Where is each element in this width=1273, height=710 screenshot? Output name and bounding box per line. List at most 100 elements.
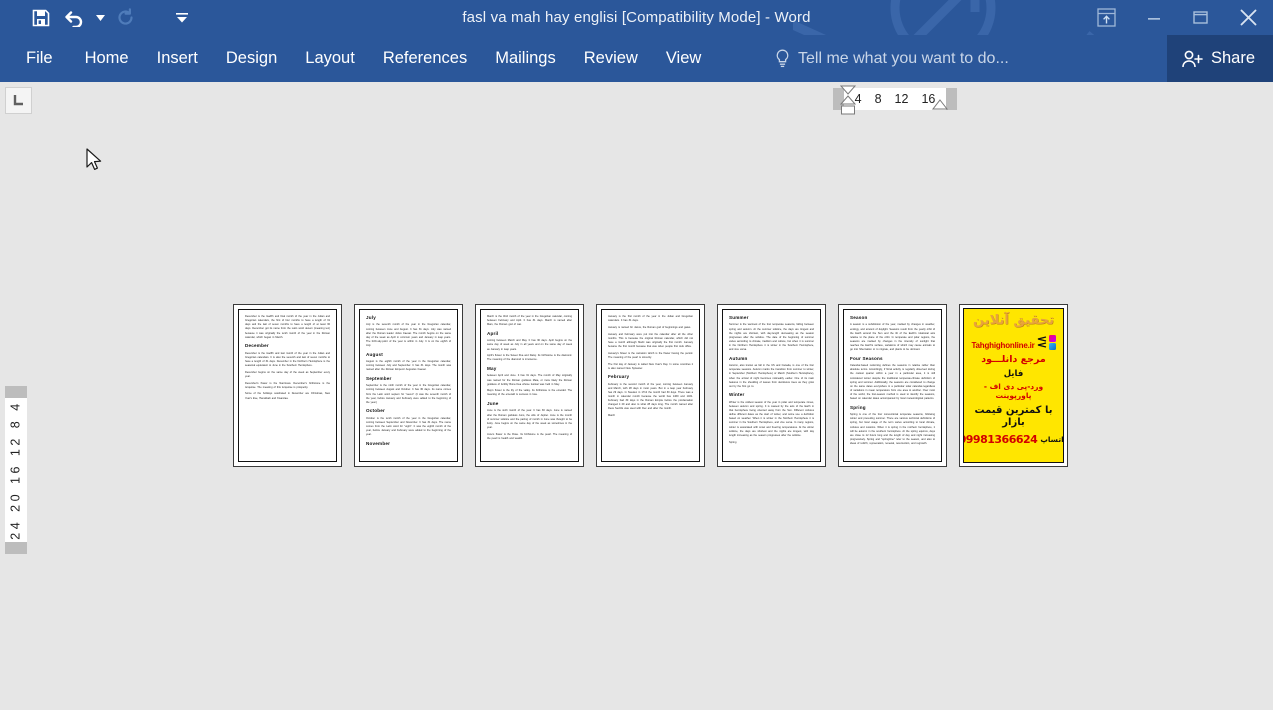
chevron-down-icon[interactable] bbox=[92, 3, 108, 33]
paragraph: October is the tenth month of the year i… bbox=[366, 416, 451, 437]
window-controls[interactable] bbox=[1081, 0, 1273, 35]
decorative-watermark bbox=[793, 0, 1095, 35]
tab-file[interactable]: File bbox=[0, 35, 71, 82]
redo-icon bbox=[108, 3, 142, 33]
tab-review[interactable]: Review bbox=[570, 35, 652, 82]
left-tab-icon bbox=[13, 95, 23, 106]
paragraph: April's flower is the Sweet Pea and Dais… bbox=[487, 354, 572, 362]
page-content: March is the third month of the year in … bbox=[480, 309, 579, 462]
paragraph: July is the seventh month of the year in… bbox=[366, 323, 451, 348]
ad-line-4: با کمترین قیمت بازار bbox=[974, 405, 1053, 428]
page-content: January is the first month of the year i… bbox=[601, 309, 700, 462]
lightbulb-icon bbox=[776, 49, 789, 67]
hruler-tick-8: 8 bbox=[874, 91, 882, 106]
minimize-icon[interactable] bbox=[1131, 0, 1177, 35]
heading: Season bbox=[850, 315, 868, 320]
restore-icon[interactable] bbox=[1177, 0, 1223, 35]
heading: September bbox=[366, 375, 392, 381]
heading: Winter bbox=[729, 392, 745, 398]
paragraph: Summer is the warmest of the four temper… bbox=[729, 323, 814, 352]
paragraph: Autumn, also known as fall in the US and… bbox=[729, 364, 814, 388]
page-thumbnail[interactable]: January is the first month of the year i… bbox=[596, 304, 705, 467]
qat-more-icon[interactable] bbox=[174, 3, 190, 33]
heading: June bbox=[487, 401, 499, 407]
close-icon[interactable] bbox=[1223, 0, 1273, 35]
tab-insert[interactable]: Insert bbox=[143, 35, 212, 82]
title-bar: fasl va mah hay englisi [Compatibility M… bbox=[0, 0, 1273, 35]
paragraph: March bbox=[608, 414, 616, 418]
tell-me-placeholder: Tell me what you want to do... bbox=[798, 49, 1009, 67]
paragraph: Calendar-based reckoning defines the sea… bbox=[850, 364, 935, 401]
paragraph: January is the first month of the year i… bbox=[608, 315, 693, 323]
page-thumbnail[interactable]: July July is the seventh month of the ye… bbox=[354, 304, 463, 467]
vertical-ruler[interactable]: 24 20 16 12 8 4 bbox=[5, 386, 27, 554]
paragraph: January's flower is the carnation which … bbox=[608, 351, 693, 359]
person-add-icon bbox=[1182, 50, 1203, 67]
paragraph: Spring is one of the four conventional t… bbox=[850, 413, 935, 446]
word-application-window: fasl va mah hay englisi [Compatibility M… bbox=[0, 0, 1273, 710]
save-icon[interactable] bbox=[24, 3, 58, 33]
undo-icon[interactable] bbox=[58, 3, 92, 33]
ad-phone-number: 09981366624 bbox=[963, 433, 1038, 447]
page-thumbnail-advertisement[interactable]: تحقیق آنلاین Tahghighonline.ir مرجع دانل… bbox=[959, 304, 1068, 467]
page-content: Season A season is a subdivision of the … bbox=[843, 309, 942, 462]
paragraph: Winter is the coldest season of the year… bbox=[729, 400, 814, 437]
paragraph: coming between March and May. It has 30 … bbox=[487, 339, 572, 351]
heading: Summer bbox=[729, 315, 749, 320]
paragraph: between April and June. It has 31 days. … bbox=[487, 374, 572, 386]
heading: August bbox=[366, 351, 384, 357]
paragraph: February is the second month of the year… bbox=[608, 382, 693, 411]
page-thumbnail[interactable]: March is the third month of the year in … bbox=[475, 304, 584, 467]
paragraph: September is the ninth month of the year… bbox=[366, 384, 451, 404]
paragraph: January is named for Janus, the Roman go… bbox=[608, 325, 691, 329]
ribbon-tab-bar: File Home Insert Design Layout Reference… bbox=[0, 35, 1273, 82]
heading: July bbox=[366, 315, 376, 320]
heading: Spring bbox=[850, 404, 866, 410]
paragraph: December's flower is the Narcissus. Dece… bbox=[245, 381, 330, 389]
tab-home[interactable]: Home bbox=[71, 35, 143, 82]
ribbon-display-icon[interactable] bbox=[1081, 0, 1131, 35]
quick-access-toolbar[interactable] bbox=[24, 0, 190, 35]
ad-title: تحقیق آنلاین bbox=[973, 313, 1054, 328]
tab-view[interactable]: View bbox=[652, 35, 715, 82]
tab-stop-selector[interactable] bbox=[5, 87, 32, 114]
share-label: Share bbox=[1210, 49, 1255, 67]
page-content: December is the twelfth and final month … bbox=[238, 309, 337, 462]
paragraph: December begins on the same day of the w… bbox=[245, 370, 330, 378]
paragraph: A season is a subdivision of the year, m… bbox=[850, 323, 935, 352]
paragraph: The first day of January is called New Y… bbox=[608, 362, 693, 370]
heading: October bbox=[366, 408, 386, 414]
heading: December bbox=[245, 343, 269, 349]
vruler-ticks: 24 20 16 12 8 4 bbox=[9, 400, 24, 540]
paragraph: June is the sixth month of the year. It … bbox=[487, 409, 572, 429]
ad-social-icons bbox=[1048, 334, 1056, 350]
arrow-left-icon bbox=[1037, 336, 1046, 348]
right-indent-marker[interactable] bbox=[931, 98, 949, 112]
tab-references[interactable]: References bbox=[369, 35, 481, 82]
page-thumbnail-strip[interactable]: December is the twelfth and final month … bbox=[233, 304, 1068, 467]
heading: Four Seasons bbox=[850, 355, 883, 361]
heading: Autumn bbox=[729, 355, 748, 361]
paragraph: December is the twelfth and last month o… bbox=[245, 351, 330, 368]
page-thumbnail[interactable]: Summer Summer is the warmest of the four… bbox=[717, 304, 826, 467]
heading: November bbox=[366, 440, 391, 446]
ribbon-tabs[interactable]: File Home Insert Design Layout Reference… bbox=[0, 35, 715, 82]
paragraph: May's flower is the lily of the valley. … bbox=[487, 389, 572, 397]
heading: February bbox=[608, 374, 630, 380]
ad-line-3: ورد-پی دی اف - پاورپوینت bbox=[983, 381, 1044, 400]
paragraph: Some of the holidays celebrated in Decem… bbox=[245, 392, 330, 400]
heading: May bbox=[487, 365, 497, 371]
page-thumbnail[interactable]: December is the twelfth and final month … bbox=[233, 304, 342, 467]
heading: April bbox=[487, 330, 499, 336]
tab-design[interactable]: Design bbox=[212, 35, 291, 82]
tab-layout[interactable]: Layout bbox=[291, 35, 369, 82]
tab-mailings[interactable]: Mailings bbox=[481, 35, 570, 82]
paragraph: March is the third month of the year in … bbox=[487, 315, 572, 327]
paragraph: June's flower is the Rose. Its birthston… bbox=[487, 432, 572, 440]
tell-me-search[interactable]: Tell me what you want to do... bbox=[775, 35, 1009, 82]
first-line-indent-marker[interactable] bbox=[839, 85, 857, 117]
page-content: Summer Summer is the warmest of the four… bbox=[722, 309, 821, 462]
page-thumbnail[interactable]: Season A season is a subdivision of the … bbox=[838, 304, 947, 467]
share-button[interactable]: Share bbox=[1166, 35, 1273, 82]
ad-phone-row: واتساپ 09981366624 bbox=[963, 433, 1063, 447]
